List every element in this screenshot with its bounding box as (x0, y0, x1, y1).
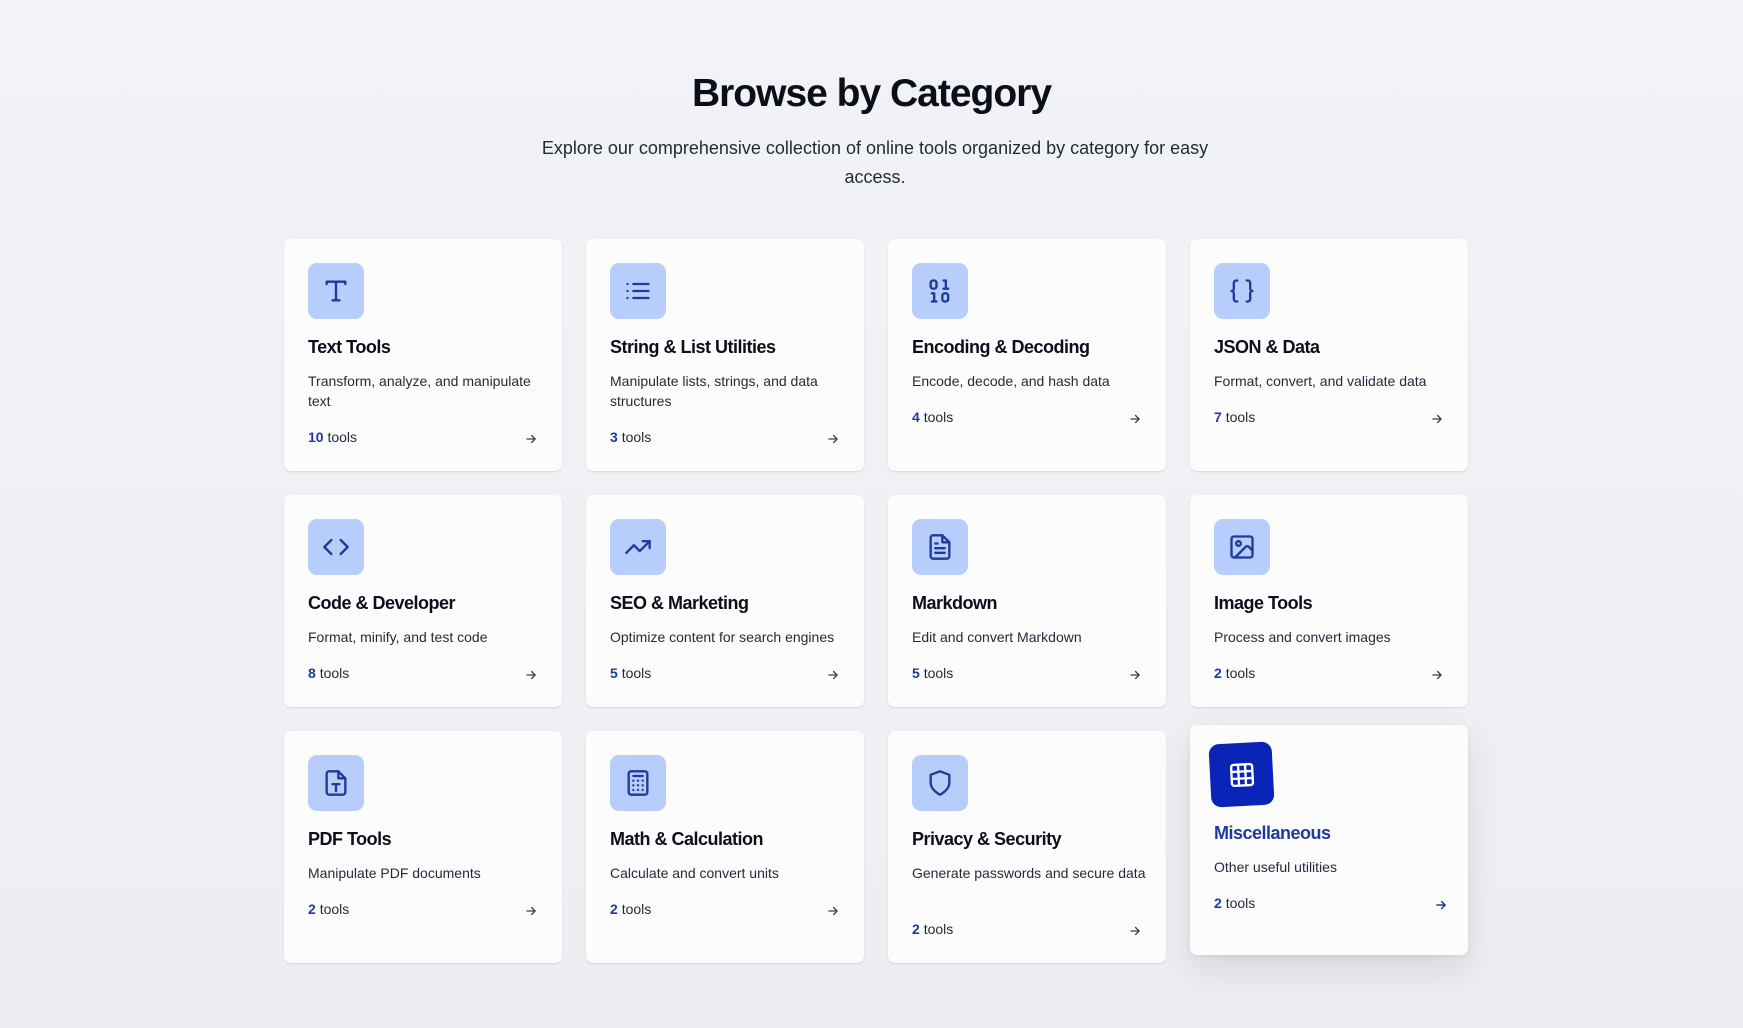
tool-count: 5 tools (912, 665, 953, 681)
tool-count: 2 tools (308, 901, 349, 917)
tool-count-number: 3 (610, 429, 618, 445)
list-icon (610, 263, 666, 319)
card-description: Process and convert images (1214, 629, 1391, 645)
card-title: Image Tools (1214, 593, 1313, 613)
card-title: PDF Tools (308, 829, 392, 849)
card-description: Generate passwords and secure data (912, 865, 1146, 881)
category-card-privacy-security[interactable]: Privacy & Security Generate passwords an… (888, 731, 1166, 963)
card-description: Transform, analyze, and manipulate text (308, 373, 531, 409)
grid-icon (1208, 741, 1275, 808)
category-card-markdown[interactable]: Markdown Edit and convert Markdown 5 too… (888, 495, 1166, 707)
tool-count-number: 8 (308, 665, 316, 681)
card-description: Edit and convert Markdown (912, 629, 1082, 645)
braces-icon (1214, 263, 1270, 319)
trending-up-icon (610, 519, 666, 575)
arrow-right-icon (828, 906, 838, 916)
card-title: Miscellaneous (1214, 823, 1331, 843)
tool-count-number: 5 (610, 665, 618, 681)
category-card-code-developer[interactable]: Code & Developer Format, minify, and tes… (284, 495, 562, 707)
category-card-miscellaneous[interactable]: Miscellaneous Other useful utilities 2 t… (1190, 725, 1468, 955)
category-card-string-list-utilities[interactable]: String & List Utilities Manipulate lists… (586, 239, 864, 471)
category-card-math-calculation[interactable]: Math & Calculation Calculate and convert… (586, 731, 864, 963)
card-description: Format, minify, and test code (308, 629, 488, 645)
tool-count-number: 7 (1214, 409, 1222, 425)
card-title: String & List Utilities (610, 337, 776, 357)
page: Browse by Category Explore our comprehen… (0, 0, 1743, 1028)
tool-count-label: tools (621, 429, 652, 445)
card-description: Manipulate lists, strings, and data stru… (610, 373, 818, 409)
pdf-file-icon (308, 755, 364, 811)
arrow-right-icon (1130, 926, 1140, 936)
tool-count-label: tools (319, 665, 350, 681)
binary-icon (912, 263, 968, 319)
tool-count-label: tools (621, 665, 652, 681)
tool-count-label: tools (923, 409, 954, 425)
tool-count-label: tools (1225, 665, 1256, 681)
page-title: Browse by Category (691, 72, 1052, 115)
arrow-right-icon (1432, 670, 1442, 680)
card-title: JSON & Data (1214, 337, 1320, 357)
card-description: Other useful utilities (1214, 859, 1337, 875)
arrow-right-icon (828, 434, 838, 444)
code-icon (308, 519, 364, 575)
tool-count-number: 2 (610, 901, 618, 917)
category-card-encoding-decoding[interactable]: Encoding & Decoding Encode, decode, and … (888, 239, 1166, 471)
tool-count: 8 tools (308, 665, 349, 681)
tool-count: 4 tools (912, 409, 953, 425)
card-description: Format, convert, and validate data (1214, 373, 1427, 389)
tool-count: 3 tools (610, 429, 651, 445)
card-description: Manipulate PDF documents (308, 865, 481, 881)
tool-count: 2 tools (912, 921, 953, 937)
tool-count: 10 tools (308, 429, 357, 445)
category-card-pdf-tools[interactable]: PDF Tools Manipulate PDF documents 2 too… (284, 731, 562, 963)
card-description: Calculate and convert units (610, 865, 779, 881)
category-card-text-tools[interactable]: Text Tools Transform, analyze, and manip… (284, 239, 562, 471)
card-title: Math & Calculation (610, 829, 764, 849)
arrow-right-icon (1130, 414, 1140, 424)
tool-count-number: 4 (912, 409, 920, 425)
tool-count: 7 tools (1214, 409, 1255, 425)
tool-count-number: 2 (912, 921, 920, 937)
tool-count-label: tools (923, 921, 954, 937)
arrow-right-icon (828, 670, 838, 680)
tool-count-number: 10 (308, 429, 324, 445)
card-title: Privacy & Security (912, 829, 1062, 849)
card-title: Code & Developer (308, 593, 456, 613)
tool-count-label: tools (621, 901, 652, 917)
category-card-seo-marketing[interactable]: SEO & Marketing Optimize content for sea… (586, 495, 864, 707)
tool-count: 2 tools (1214, 665, 1255, 681)
card-title: Text Tools (308, 337, 391, 357)
tool-count: 5 tools (610, 665, 651, 681)
tool-count: 2 tools (1214, 895, 1255, 911)
tool-count-number: 2 (308, 901, 316, 917)
category-card-json-data[interactable]: JSON & Data Format, convert, and validat… (1190, 239, 1468, 471)
arrow-right-icon (526, 906, 536, 916)
arrow-right-icon (1436, 900, 1446, 910)
text-icon (308, 263, 364, 319)
shield-icon (912, 755, 968, 811)
tool-count-number: 2 (1214, 665, 1222, 681)
tool-count-label: tools (923, 665, 954, 681)
arrow-right-icon (1432, 414, 1442, 424)
card-description: Optimize content for search engines (610, 629, 835, 645)
card-title: Markdown (912, 593, 998, 613)
category-card-image-tools[interactable]: Image Tools Process and convert images 2… (1190, 495, 1468, 707)
tool-count-label: tools (1225, 409, 1256, 425)
tool-count-number: 5 (912, 665, 920, 681)
card-title: SEO & Marketing (610, 593, 749, 613)
document-icon (912, 519, 968, 575)
arrow-right-icon (526, 434, 536, 444)
card-description: Encode, decode, and hash data (912, 373, 1110, 389)
image-icon (1214, 519, 1270, 575)
tool-count-label: tools (327, 429, 358, 445)
tool-count-label: tools (319, 901, 350, 917)
tool-count-label: tools (1225, 895, 1256, 911)
page-subtitle: Explore our comprehensive collection of … (541, 138, 1209, 187)
arrow-right-icon (526, 670, 536, 680)
calculator-icon (610, 755, 666, 811)
arrow-right-icon (1130, 670, 1140, 680)
tool-count-number: 2 (1214, 895, 1222, 911)
tool-count: 2 tools (610, 901, 651, 917)
card-title: Encoding & Decoding (912, 337, 1090, 357)
